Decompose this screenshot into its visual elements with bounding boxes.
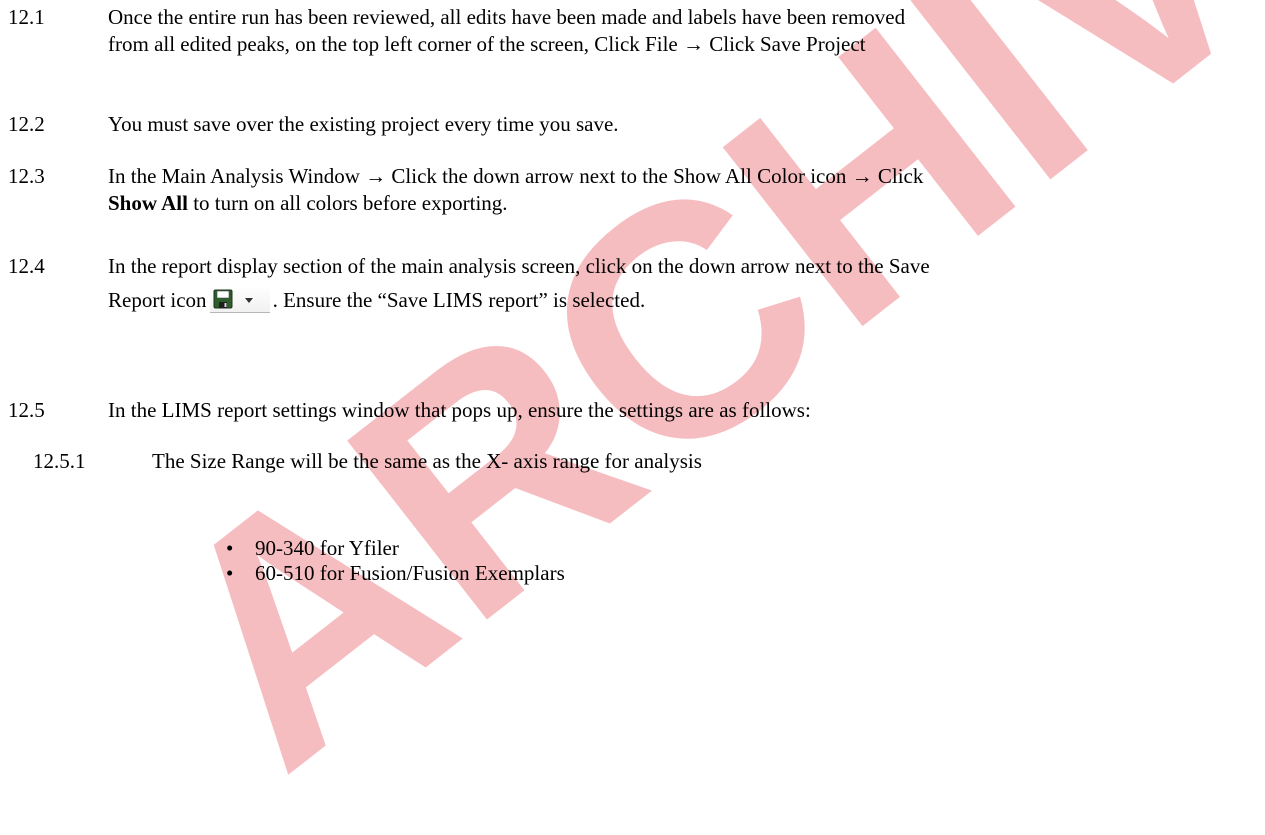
- bullet-icon: •: [226, 561, 234, 585]
- step-line-before: Report icon: [108, 288, 207, 312]
- bullet-icon: •: [226, 536, 234, 560]
- step-line-rest: to turn on all colors before exporting.: [187, 191, 508, 215]
- step-line: You must save over the existing project …: [108, 112, 619, 136]
- step-line: Once the entire run has been reviewed, a…: [108, 5, 906, 29]
- step-line: In the report display section of the mai…: [108, 254, 930, 278]
- save-report-dropdown-icon: [209, 286, 270, 313]
- step-line: In the LIMS report settings window that …: [108, 398, 811, 422]
- step-line: Show All to turn on all colors before ex…: [108, 190, 1258, 217]
- step-number: 12.5: [8, 398, 45, 422]
- substep-text: The Size Range will be the same as the X…: [152, 449, 702, 473]
- step-number: 12.3: [8, 164, 45, 188]
- step-number: 12.4: [8, 254, 45, 278]
- step-line-after: . Ensure the “Save LIMS report” is selec…: [272, 288, 646, 312]
- substep-number: 12.5.1: [33, 449, 86, 473]
- list-item-text: 60-510 for Fusion/Fusion Exemplars: [255, 561, 565, 585]
- step-line: Report icon . Ensure the “Save LIMS repo…: [108, 286, 1258, 314]
- step-line: from all edited peaks, on the top left c…: [108, 32, 866, 56]
- step-text: You must save over the existing project …: [108, 111, 1258, 138]
- step-text: In the LIMS report settings window that …: [108, 397, 1258, 424]
- step-text: In the report display section of the mai…: [108, 253, 1258, 314]
- list-item-text: 90-340 for Yfiler: [255, 536, 399, 560]
- step-number: 12.2: [8, 112, 45, 136]
- step-text: Once the entire run has been reviewed, a…: [108, 4, 1258, 58]
- step-line: In the Main Analysis Window → Click the …: [108, 164, 924, 188]
- step-text: In the Main Analysis Window → Click the …: [108, 163, 1258, 217]
- step-number: 12.1: [8, 5, 45, 29]
- show-all-bold: Show All: [108, 191, 188, 215]
